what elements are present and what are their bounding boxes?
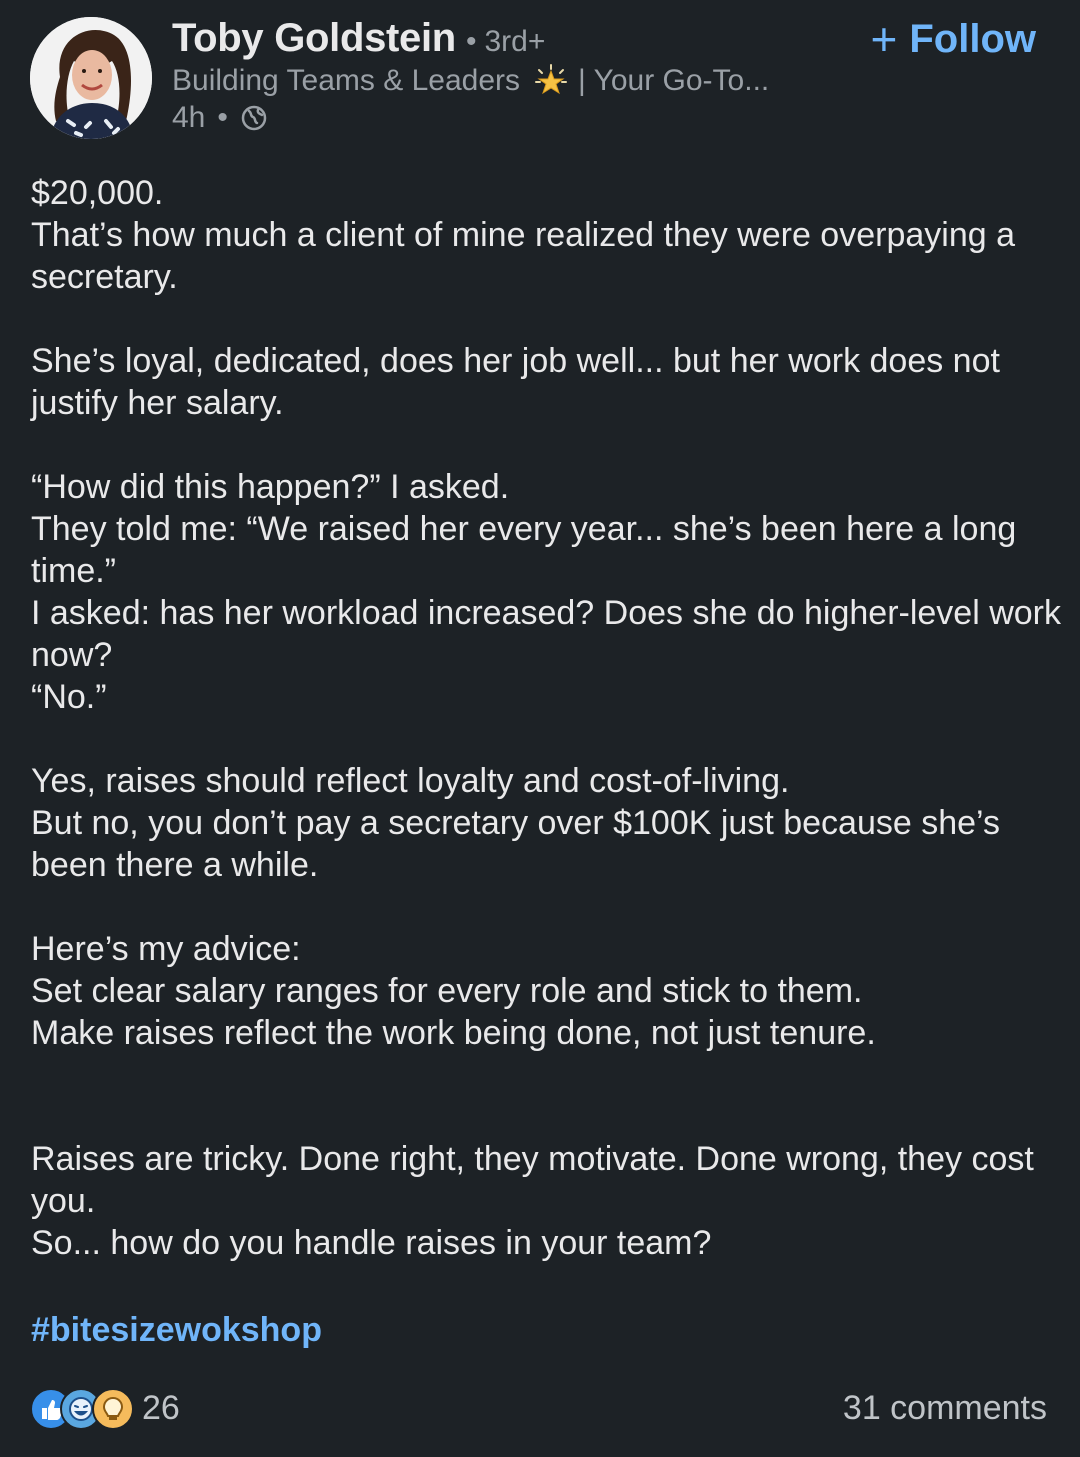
post-line: I asked: has her workload increased? Doe… — [31, 594, 1061, 674]
author-headline: Building Teams & Leaders | Your Go-To... — [172, 64, 769, 98]
post-header: Toby Goldstein • 3rd+ + Follow Building … — [0, 0, 1080, 150]
hashtag-link[interactable]: #bitesizewokshop — [31, 1311, 322, 1350]
post-line: Make raises reflect the work being done,… — [31, 1014, 876, 1052]
post-meta: 4h • — [172, 101, 268, 135]
post-line: Yes, raises should reflect loyalty and c… — [31, 762, 790, 800]
headline-part-2: | Your Go-To... — [578, 64, 770, 97]
reaction-count: 26 — [142, 1388, 180, 1427]
post-line: Here’s my advice: — [31, 930, 301, 968]
globe-icon — [240, 104, 268, 132]
comments-count-link[interactable]: 31 comments — [843, 1389, 1047, 1428]
author-photo — [30, 17, 152, 139]
post-line: So... how do you handle raises in your t… — [31, 1224, 712, 1262]
meta-separator: • — [217, 101, 228, 134]
post-line: That’s how much a client of mine realize… — [31, 216, 1015, 296]
post-line: They told me: “We raised her every year.… — [31, 510, 1017, 590]
post-line: “How did this happen?” I asked. — [31, 468, 510, 506]
connection-degree: 3rd+ — [484, 25, 546, 58]
insightful-icon — [92, 1388, 134, 1430]
post-line: “No.” — [31, 678, 107, 716]
post-line: Set clear salary ranges for every role a… — [31, 972, 863, 1010]
star-icon — [534, 64, 568, 98]
post-line: Raises are tricky. Done right, they moti… — [31, 1140, 1034, 1220]
follow-button[interactable]: + Follow — [870, 16, 1036, 62]
post-time: 4h — [172, 101, 206, 134]
reactions-summary[interactable]: 26 — [30, 1386, 180, 1430]
post-text: $20,000. That’s how much a client of min… — [31, 172, 1061, 1264]
headline-part-1: Building Teams & Leaders — [172, 64, 520, 97]
author-name[interactable]: Toby Goldstein — [172, 16, 456, 61]
post-line: But no, you don’t pay a secretary over $… — [31, 804, 1000, 884]
reaction-icons — [30, 1386, 134, 1430]
post-line: She’s loyal, dedicated, does her job wel… — [31, 342, 1000, 422]
post-line: $20,000. — [31, 174, 164, 212]
degree-separator: • — [465, 25, 477, 58]
follow-label: Follow — [909, 16, 1036, 61]
author-avatar[interactable] — [30, 17, 152, 139]
author-name-row: Toby Goldstein • 3rd+ — [172, 16, 545, 61]
plus-icon: + — [870, 13, 898, 65]
